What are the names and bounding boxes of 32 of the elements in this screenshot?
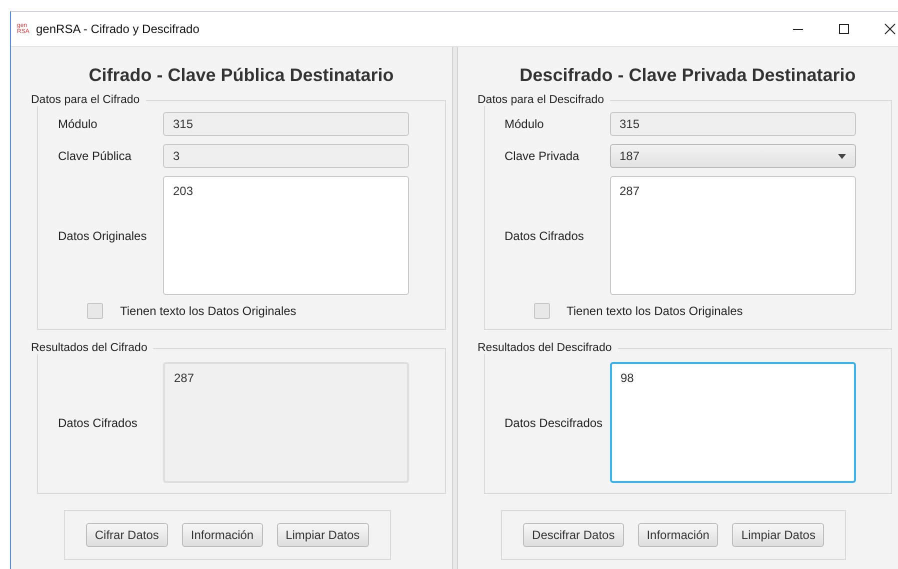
dropdown[interactable]: 187 bbox=[610, 144, 856, 168]
panel-heading: Descifrado - Clave Privada Destinatario bbox=[518, 65, 857, 86]
text-area[interactable]: 287 bbox=[610, 176, 856, 295]
field-label: Módulo bbox=[58, 117, 98, 131]
input-field[interactable]: 3 bbox=[163, 144, 409, 168]
checkbox[interactable] bbox=[534, 303, 550, 319]
caret-icon bbox=[838, 154, 846, 158]
action-button[interactable]: Limpiar Datos bbox=[276, 523, 369, 547]
panel-heading: Cifrado - Clave Pública Destinatario bbox=[88, 65, 395, 86]
field-label: Datos Cifrados bbox=[504, 228, 585, 242]
text-area[interactable]: 203 bbox=[163, 176, 409, 295]
input-field[interactable]: 315 bbox=[163, 112, 409, 136]
field-label: Clave Pública bbox=[58, 149, 132, 163]
checkbox-label: Tienen texto los Datos Originales bbox=[120, 304, 296, 318]
text-area[interactable]: 287 bbox=[163, 362, 409, 483]
checkbox[interactable] bbox=[87, 303, 103, 319]
text-area[interactable]: 98 bbox=[610, 362, 856, 483]
field-label: Datos Descifrados bbox=[504, 416, 604, 430]
checkbox-label: Tienen texto los Datos Originales bbox=[566, 304, 743, 318]
field-label: Módulo bbox=[504, 117, 545, 131]
maximize-icon[interactable] bbox=[838, 23, 850, 35]
action-button[interactable]: Cifrar Datos bbox=[86, 523, 168, 547]
action-button[interactable]: Información bbox=[638, 523, 718, 547]
field-label: Datos Cifrados bbox=[58, 416, 138, 430]
window-title: genRSA - Cifrado y Descifrado bbox=[36, 22, 200, 36]
field-label: Clave Privada bbox=[504, 149, 580, 163]
action-button[interactable]: Descifrar Datos bbox=[523, 523, 624, 547]
field-label: Datos Originales bbox=[58, 228, 148, 242]
action-button[interactable]: Limpiar Datos bbox=[732, 523, 824, 547]
close-icon[interactable] bbox=[884, 23, 896, 35]
input-field[interactable]: 315 bbox=[610, 112, 856, 136]
action-button[interactable]: Información bbox=[182, 523, 263, 547]
